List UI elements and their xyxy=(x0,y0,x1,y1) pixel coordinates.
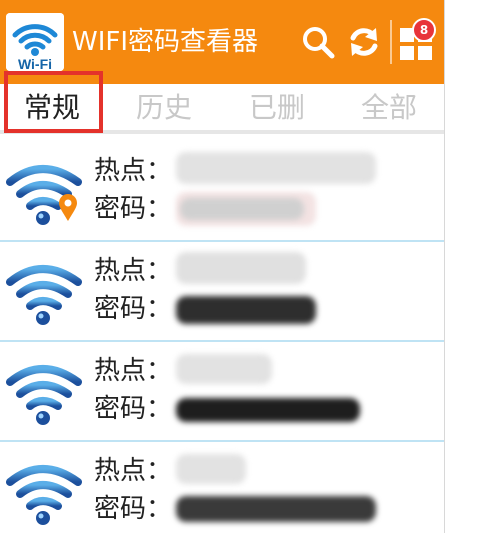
redacted-hotspot xyxy=(176,354,272,384)
svg-text:Wi-Fi: Wi-Fi xyxy=(18,56,52,71)
redacted-hotspot xyxy=(176,152,376,184)
password-label: 密码： xyxy=(94,494,173,524)
password-label: 密码： xyxy=(94,394,173,424)
redacted-password xyxy=(176,296,316,324)
wifi-signal-icon xyxy=(6,254,84,330)
hotspot-label: 热点： xyxy=(94,456,173,486)
password-label: 密码： xyxy=(94,194,173,224)
tab-all[interactable]: 全部 xyxy=(361,88,417,128)
wifi-entry[interactable]: 热点： 密码： xyxy=(0,142,444,242)
redacted-password xyxy=(176,496,376,522)
search-icon[interactable] xyxy=(300,24,336,60)
wifi-entry[interactable]: 热点： 密码： xyxy=(0,242,444,342)
redacted-hotspot xyxy=(176,252,306,284)
notification-badge: 8 xyxy=(412,18,436,42)
right-margin xyxy=(445,0,477,533)
active-tab-highlight xyxy=(4,71,103,133)
redacted-password-inner xyxy=(180,198,304,220)
wifi-entry[interactable]: 热点： 密码： xyxy=(0,442,444,533)
wifi-signal-icon xyxy=(6,454,84,530)
wifi-logo-icon: Wi-Fi xyxy=(6,13,64,71)
tab-history[interactable]: 历史 xyxy=(136,88,192,128)
actionbar-divider xyxy=(390,20,392,64)
hotspot-label: 热点： xyxy=(94,356,173,386)
hotspot-label: 热点： xyxy=(94,156,173,186)
app-title: WIFI密码查看器 xyxy=(72,27,258,57)
location-pin-icon xyxy=(58,194,78,222)
redacted-password xyxy=(176,398,360,422)
wifi-signal-icon xyxy=(6,354,84,430)
redacted-hotspot xyxy=(176,454,246,484)
hotspot-label: 热点： xyxy=(94,256,173,286)
password-label: 密码： xyxy=(94,294,173,324)
refresh-icon[interactable] xyxy=(346,24,382,60)
tab-deleted[interactable]: 已删 xyxy=(249,88,305,128)
app-window: Wi-Fi WIFI密码查看器 8 常规 历史 已删 全部 热点： 密码： 热点… xyxy=(0,0,445,533)
wifi-entry[interactable]: 热点： 密码： xyxy=(0,342,444,442)
